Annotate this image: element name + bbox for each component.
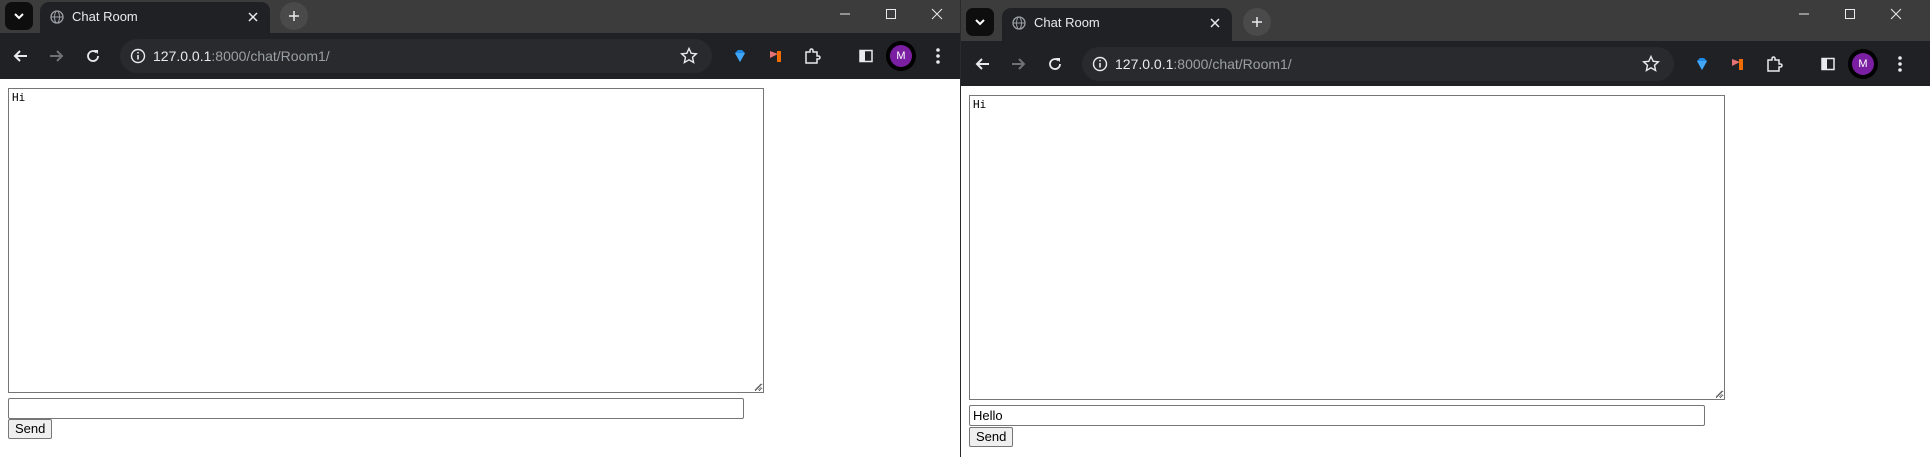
address-bar[interactable]: 127.0.0.1:8000/chat/Room1/ bbox=[1082, 47, 1674, 81]
info-icon[interactable] bbox=[130, 48, 146, 64]
resize-grip-icon[interactable] bbox=[1714, 389, 1723, 398]
browser-window-left: Chat Room 127.0.0.1:8000/chat/Room1/ M H… bbox=[0, 0, 960, 457]
window-close-button[interactable] bbox=[914, 0, 960, 28]
globe-icon bbox=[50, 10, 64, 24]
url-path: :8000/chat/Room1/ bbox=[1173, 56, 1292, 72]
close-icon bbox=[1210, 18, 1220, 28]
tab-title: Chat Room bbox=[72, 9, 138, 24]
info-icon[interactable] bbox=[1092, 56, 1108, 72]
reload-icon bbox=[1049, 58, 1061, 70]
profile-avatar[interactable]: M bbox=[886, 41, 916, 71]
url-text: 127.0.0.1:8000/chat/Room1/ bbox=[1115, 56, 1292, 72]
page-content: Hi Hello Send bbox=[961, 86, 1930, 457]
forward-arrow-icon bbox=[50, 50, 64, 62]
url-host: 127.0.0.1 bbox=[1115, 56, 1174, 72]
star-icon[interactable] bbox=[680, 47, 698, 65]
reload-icon bbox=[87, 50, 99, 62]
url-path: :8000/chat/Room1/ bbox=[211, 48, 330, 64]
gem-extension-icon bbox=[1697, 58, 1707, 70]
close-icon bbox=[931, 8, 943, 20]
send-button-label: Send bbox=[976, 429, 1007, 444]
maximize-icon bbox=[1845, 9, 1855, 19]
kebab-menu-icon bbox=[936, 48, 940, 64]
tab-chat-room[interactable]: Chat Room bbox=[1002, 8, 1232, 41]
star-icon[interactable] bbox=[1642, 55, 1660, 73]
gem-extension-button[interactable] bbox=[1690, 52, 1714, 76]
profile-avatar[interactable]: M bbox=[1848, 49, 1878, 79]
url-text: 127.0.0.1:8000/chat/Room1/ bbox=[153, 48, 330, 64]
maximize-icon bbox=[886, 9, 896, 19]
send-button-label: Send bbox=[15, 421, 46, 436]
profile-initial: M bbox=[1852, 53, 1874, 75]
extensions-button[interactable] bbox=[1762, 52, 1786, 76]
address-bar[interactable]: 127.0.0.1:8000/chat/Room1/ bbox=[120, 39, 712, 73]
reload-button[interactable] bbox=[81, 44, 105, 68]
chat-log[interactable]: Hi bbox=[8, 88, 764, 393]
flag-extension-button[interactable] bbox=[1726, 52, 1750, 76]
minimize-icon bbox=[840, 13, 850, 15]
globe-icon bbox=[1012, 16, 1026, 30]
side-panel-button[interactable] bbox=[1816, 52, 1840, 76]
new-tab-button[interactable] bbox=[1243, 8, 1271, 36]
message-input[interactable] bbox=[8, 398, 744, 419]
plus-icon bbox=[1252, 17, 1262, 27]
chevron-down-icon bbox=[14, 13, 24, 20]
tab-search-button[interactable] bbox=[5, 2, 33, 30]
gem-extension-icon bbox=[735, 50, 745, 62]
menu-button[interactable] bbox=[926, 44, 950, 68]
reload-button[interactable] bbox=[1043, 52, 1067, 76]
resize-grip-icon[interactable] bbox=[753, 382, 762, 391]
maximize-button[interactable] bbox=[1827, 0, 1873, 28]
chat-log[interactable]: Hi bbox=[969, 95, 1725, 400]
side-panel-icon bbox=[859, 49, 873, 63]
chat-log-text: Hi bbox=[12, 91, 26, 104]
close-icon bbox=[248, 12, 258, 22]
browser-window-right: Chat Room 127.0.0.1:8000/chat/Room1/ M H… bbox=[960, 0, 1930, 457]
kebab-menu-icon bbox=[1898, 56, 1902, 72]
url-host: 127.0.0.1 bbox=[153, 48, 212, 64]
puzzle-extensions-icon bbox=[805, 48, 821, 64]
tab-title: Chat Room bbox=[1034, 15, 1100, 30]
page-content: Hi Send bbox=[0, 79, 960, 457]
menu-button[interactable] bbox=[1888, 52, 1912, 76]
chevron-down-icon bbox=[975, 19, 985, 26]
side-panel-icon bbox=[1821, 57, 1835, 71]
back-button[interactable] bbox=[971, 52, 995, 76]
message-input-value: Hello bbox=[973, 408, 1003, 423]
minimize-icon bbox=[1799, 13, 1809, 15]
tab-close-button[interactable] bbox=[245, 9, 261, 25]
tab-search-button[interactable] bbox=[966, 8, 994, 36]
message-input[interactable]: Hello bbox=[969, 405, 1705, 426]
flag-extension-icon bbox=[1732, 59, 1743, 70]
forward-button[interactable] bbox=[1006, 52, 1030, 76]
back-arrow-icon bbox=[13, 50, 27, 62]
tab-strip: Chat Room bbox=[961, 8, 1930, 41]
send-button[interactable]: Send bbox=[969, 427, 1014, 447]
side-panel-button[interactable] bbox=[854, 44, 878, 68]
forward-arrow-icon bbox=[1012, 58, 1026, 70]
back-button[interactable] bbox=[9, 44, 33, 68]
browser-toolbar: 127.0.0.1:8000/chat/Room1/ M bbox=[0, 33, 960, 79]
flag-extension-icon bbox=[770, 51, 781, 62]
flag-extension-button[interactable] bbox=[764, 44, 788, 68]
plus-icon bbox=[289, 11, 299, 21]
tab-close-button[interactable] bbox=[1207, 15, 1223, 31]
send-button[interactable]: Send bbox=[8, 419, 53, 439]
forward-button[interactable] bbox=[44, 44, 68, 68]
tab-strip: Chat Room bbox=[0, 0, 960, 33]
browser-toolbar: 127.0.0.1:8000/chat/Room1/ M bbox=[961, 41, 1930, 86]
extensions-button[interactable] bbox=[800, 44, 824, 68]
tab-chat-room[interactable]: Chat Room bbox=[40, 2, 270, 33]
minimize-button[interactable] bbox=[1781, 0, 1827, 28]
new-tab-button[interactable] bbox=[280, 2, 308, 30]
maximize-button[interactable] bbox=[868, 0, 914, 28]
back-arrow-icon bbox=[975, 58, 989, 70]
window-close-button[interactable] bbox=[1873, 0, 1919, 28]
chat-log-text: Hi bbox=[973, 98, 987, 111]
gem-extension-button[interactable] bbox=[728, 44, 752, 68]
profile-initial: M bbox=[890, 45, 912, 67]
close-icon bbox=[1890, 8, 1902, 20]
minimize-button[interactable] bbox=[822, 0, 868, 28]
puzzle-extensions-icon bbox=[1767, 56, 1783, 72]
